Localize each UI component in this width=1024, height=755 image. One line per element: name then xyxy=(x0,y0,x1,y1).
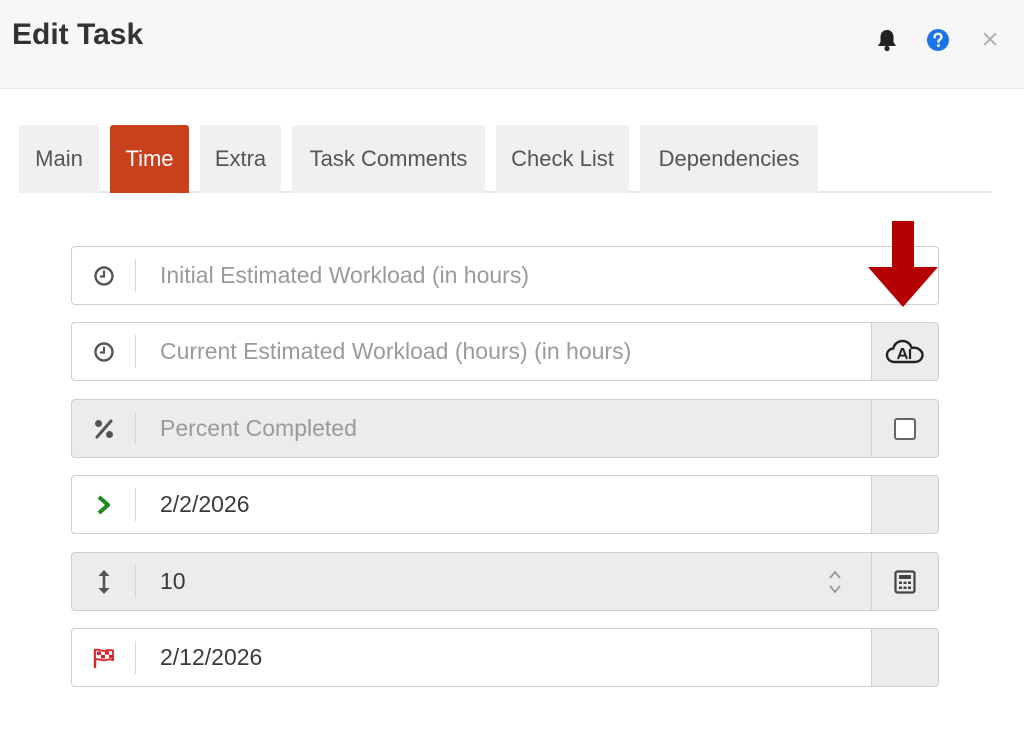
tab-check-list[interactable]: Check List xyxy=(496,125,629,193)
end-date-addon xyxy=(871,629,938,686)
end-date-input[interactable]: 2/12/2026 xyxy=(160,629,262,686)
number-spinner[interactable] xyxy=(828,567,842,597)
tab-dependencies[interactable]: Dependencies xyxy=(640,125,818,193)
percent-completed-checkbox[interactable] xyxy=(894,417,916,440)
tab-bar: Main Time Extra Task Comments Check List… xyxy=(19,125,991,193)
tab-time[interactable]: Time xyxy=(110,125,189,193)
initial-workload-field[interactable]: Initial Estimated Workload (in hours) xyxy=(71,246,939,305)
current-workload-field[interactable]: Current Estimated Workload (hours) (in h… xyxy=(71,322,939,381)
clock-icon xyxy=(72,323,136,380)
start-date-field[interactable]: 2/2/2026 xyxy=(71,475,939,534)
ai-estimate-button[interactable] xyxy=(871,323,938,380)
start-date-input[interactable]: 2/2/2026 xyxy=(160,476,250,533)
duration-field[interactable]: 10 xyxy=(71,552,939,611)
dialog-title: Edit Task xyxy=(12,18,144,51)
initial-workload-input[interactable]: Initial Estimated Workload (in hours) xyxy=(160,247,529,304)
tab-main[interactable]: Main xyxy=(19,125,99,193)
dialog-header: Edit Task × xyxy=(0,0,1024,89)
current-workload-input[interactable]: Current Estimated Workload (hours) (in h… xyxy=(160,323,631,380)
close-icon[interactable]: × xyxy=(976,25,1004,55)
help-circle-icon[interactable] xyxy=(924,26,952,54)
end-date-field[interactable]: 2/12/2026 xyxy=(71,628,939,687)
ai-cloud-icon xyxy=(885,339,924,363)
percent-completed-toggle[interactable] xyxy=(871,400,938,457)
vertical-resize-icon xyxy=(72,553,136,610)
percent-completed-input[interactable]: Percent Completed xyxy=(160,400,357,457)
checkered-flag-icon xyxy=(72,629,136,686)
tab-extra[interactable]: Extra xyxy=(200,125,281,193)
tab-task-comments[interactable]: Task Comments xyxy=(292,125,485,193)
bell-icon[interactable] xyxy=(873,26,901,54)
calculate-button[interactable] xyxy=(871,553,938,610)
start-date-addon xyxy=(871,476,938,533)
clock-icon xyxy=(72,247,136,304)
percent-completed-field[interactable]: Percent Completed xyxy=(71,399,939,458)
red-down-arrow-icon xyxy=(868,221,938,309)
duration-input[interactable]: 10 xyxy=(160,553,186,610)
calculator-icon xyxy=(894,569,916,594)
chevron-right-icon xyxy=(72,476,136,533)
percent-icon xyxy=(72,400,136,457)
